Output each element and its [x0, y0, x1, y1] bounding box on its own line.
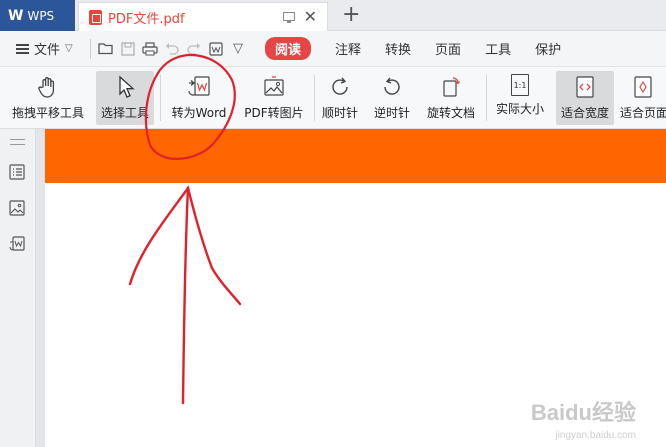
thumbnail-icon[interactable]	[8, 199, 26, 217]
file-menu-button[interactable]: 文件 ▽	[0, 39, 86, 58]
convert-to-word-label: 转为Word	[171, 106, 227, 120]
menu-tab-page[interactable]: 页面	[435, 39, 461, 58]
outline-icon[interactable]	[8, 163, 26, 181]
wps-logo-icon: W	[8, 7, 23, 24]
baidu-watermark: Baidu经验	[530, 400, 636, 425]
select-tool-button[interactable]: 选择工具	[96, 71, 154, 125]
ribbon-divider	[486, 75, 487, 121]
rotate-cw-icon	[327, 74, 353, 100]
hand-icon	[35, 74, 61, 100]
menu-tab-convert[interactable]: 转换	[385, 39, 411, 58]
hamburger-icon	[16, 43, 29, 54]
rotate-counterclockwise-label: 逆时针	[373, 106, 410, 120]
ribbon-divider	[160, 75, 161, 121]
menu-bar: 文件 ▽ ▽ 阅读 注释 转换 页面 工具 保护	[0, 31, 666, 67]
undo-icon[interactable]	[161, 38, 183, 60]
fit-page-icon	[630, 74, 656, 100]
pdf-to-image-icon	[261, 74, 287, 100]
actual-size-button[interactable]: 1:1 实际大小	[492, 71, 548, 125]
fit-width-label: 适合宽度	[560, 106, 609, 120]
redo-icon[interactable]	[183, 38, 205, 60]
chevron-down-icon: ▽	[65, 43, 73, 54]
actual-size-icon: 1:1	[511, 74, 529, 96]
detach-window-icon[interactable]	[283, 12, 295, 23]
menu-tab-protect[interactable]: 保护	[535, 39, 561, 58]
pdf-to-image-button[interactable]: PDF转图片	[240, 71, 308, 125]
rotate-ccw-icon	[379, 74, 405, 100]
pdf-to-image-label: PDF转图片	[244, 106, 304, 120]
title-bar: W WPS PDF文件.pdf ✕ +	[0, 0, 666, 31]
file-menu-label: 文件	[34, 43, 61, 58]
pdf-to-word-quick-icon[interactable]	[205, 38, 227, 60]
select-tool-label: 选择工具	[100, 106, 149, 120]
fit-page-button[interactable]: 适合页面	[620, 71, 666, 125]
document-tab-title: PDF文件.pdf	[108, 11, 185, 27]
rotate-document-label: 旋转文档	[426, 106, 475, 120]
fit-width-icon	[572, 74, 598, 100]
rotate-clockwise-label: 顺时针	[321, 106, 358, 120]
rotate-counterclockwise-button[interactable]: 逆时针	[370, 71, 414, 125]
pan-tool-button[interactable]: 拖拽平移工具	[8, 71, 88, 125]
sidebar-collapse-handle[interactable]	[10, 139, 25, 145]
menu-tab-annotate[interactable]: 注释	[335, 39, 361, 58]
left-sidebar	[0, 129, 36, 447]
cursor-icon	[112, 74, 138, 100]
print-icon[interactable]	[139, 38, 161, 60]
menu-tab-tools[interactable]: 工具	[485, 39, 511, 58]
quick-access-more-icon[interactable]: ▽	[227, 38, 249, 60]
menu-divider	[90, 38, 91, 59]
rotate-clockwise-button[interactable]: 顺时针	[318, 71, 362, 125]
new-tab-button[interactable]: +	[342, 2, 360, 28]
fit-page-label: 适合页面	[620, 106, 666, 120]
open-folder-icon[interactable]	[95, 38, 117, 60]
fit-width-button[interactable]: 适合宽度	[556, 71, 614, 125]
wps-app-name: WPS	[27, 8, 55, 23]
actual-size-label: 实际大小	[495, 102, 544, 116]
baidu-watermark-url: jingyan.baidu.com	[555, 430, 636, 441]
rotate-document-button[interactable]: 旋转文档	[422, 71, 480, 125]
convert-icon[interactable]	[8, 235, 26, 253]
save-icon[interactable]	[117, 38, 139, 60]
pdf-file-icon	[89, 9, 102, 25]
pdf-to-word-icon	[186, 74, 212, 100]
ribbon-toolbar: 拖拽平移工具 选择工具 转为Word PDF转图片 顺时针 逆时针 旋转文档 1…	[0, 67, 666, 129]
convert-to-word-button[interactable]: 转为Word	[166, 71, 232, 125]
ribbon-divider	[314, 75, 315, 121]
page-orange-banner	[45, 129, 666, 183]
menu-tab-read[interactable]: 阅读	[265, 37, 312, 60]
rotate-doc-icon	[438, 74, 464, 100]
wps-home-tab[interactable]: W WPS	[0, 0, 75, 31]
tab-close-icon[interactable]: ✕	[304, 7, 317, 26]
pan-tool-label: 拖拽平移工具	[11, 106, 84, 120]
document-tab[interactable]: PDF文件.pdf ✕	[78, 2, 328, 31]
